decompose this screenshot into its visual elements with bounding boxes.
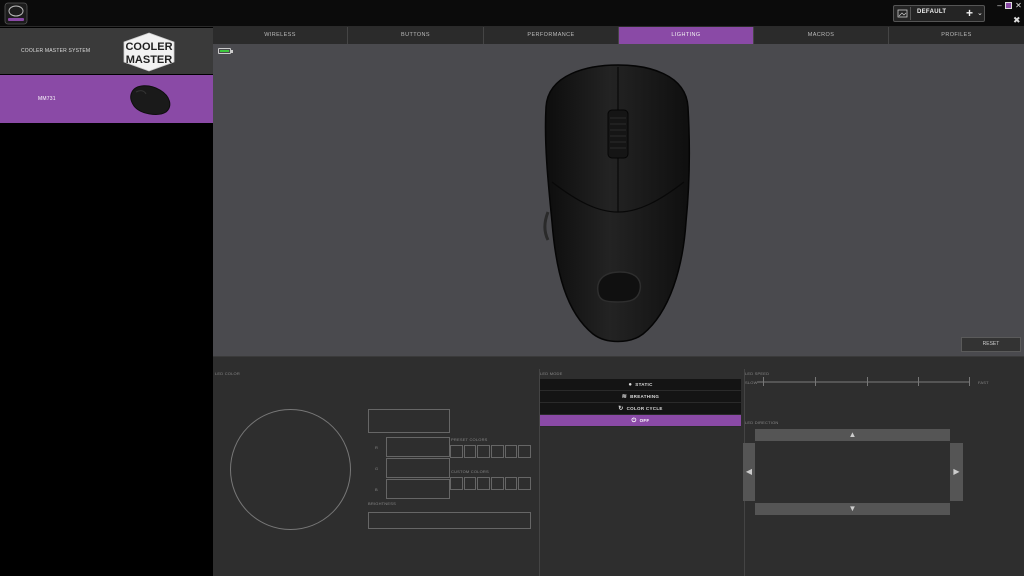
preset-swatch[interactable] [518, 445, 532, 458]
speed-min-label: SLOW [745, 380, 758, 385]
speed-tick [815, 377, 816, 386]
green-label: G [375, 466, 379, 471]
effect-color-cycle[interactable]: ↻ COLOR CYCLE [540, 403, 741, 415]
effect-list: ● STATIC ≋ BREATHING ↻ COLOR CYCLE ⏻ OFF [540, 379, 741, 427]
blue-input[interactable] [386, 479, 450, 499]
tab-bar: WIRELESS BUTTONS PERFORMANCE LIGHTING MA… [213, 27, 1024, 44]
direction-up-button[interactable]: ▲ [755, 429, 950, 441]
custom-colors-label: CUSTOM COLORS [451, 469, 489, 474]
color-wheel[interactable] [230, 409, 351, 530]
preset-swatch[interactable] [450, 445, 463, 458]
minimize-icon[interactable]: – [995, 1, 1004, 10]
preset-swatch[interactable] [491, 445, 504, 458]
restore-icon[interactable] [1005, 2, 1012, 9]
tab-profiles[interactable]: PROFILES [889, 27, 1024, 44]
custom-swatch[interactable] [450, 477, 463, 490]
preset-swatch[interactable] [477, 445, 491, 458]
preset-swatch[interactable] [504, 445, 518, 458]
speed-tick [763, 377, 764, 386]
chevron-down-icon[interactable]: ⌄ [977, 9, 983, 17]
tab-performance[interactable]: PERFORMANCE [484, 27, 619, 44]
close-icon[interactable]: ✕ [1014, 1, 1023, 10]
power-icon: ⏻ [631, 417, 637, 424]
mouse-thumbnail [130, 85, 171, 115]
lighting-settings-panel: LED COLOR R G B PRESET COLORS CUSTOM COL… [213, 356, 1024, 576]
breathing-icon: ≋ [621, 393, 628, 400]
tab-wireless[interactable]: WIRELESS [213, 27, 348, 44]
custom-swatch[interactable] [477, 477, 491, 490]
static-icon: ● [628, 381, 633, 388]
brightness-input[interactable] [368, 512, 531, 529]
preset-swatch[interactable] [463, 445, 477, 458]
preset-colors-label: PRESET COLORS [451, 437, 488, 442]
sidebar-item-device[interactable]: MM731 [0, 75, 213, 123]
speed-tick [867, 377, 868, 386]
effect-label: BREATHING [630, 394, 660, 399]
profile-image-icon [896, 7, 911, 20]
direction-right-button[interactable]: ▶ [950, 443, 963, 501]
effect-label: COLOR CYCLE [626, 406, 663, 411]
speed-label: LED SPEED [745, 371, 770, 376]
effect-breathing[interactable]: ≋ BREATHING [540, 391, 741, 403]
speed-slider[interactable] [757, 381, 970, 383]
masterplus-logo-icon[interactable] [4, 2, 28, 25]
direction-pad [755, 441, 950, 503]
blue-label: B [375, 487, 378, 492]
cycle-icon: ↻ [618, 405, 624, 412]
custom-swatch[interactable] [463, 477, 477, 490]
cooler-master-logo: COOLER MASTER [123, 32, 175, 72]
mouse-top-view-image [543, 64, 691, 343]
settings-tool-icon[interactable]: ✖ [1013, 15, 1021, 26]
speed-tick [918, 377, 919, 386]
effect-off[interactable]: ⏻ OFF [540, 415, 741, 427]
led-color-label: LED COLOR [215, 371, 240, 376]
led-mode-label: LED MODE [540, 371, 563, 376]
red-input[interactable] [386, 437, 450, 457]
battery-icon [218, 48, 233, 54]
direction-label: LED DIRECTION [745, 420, 779, 425]
custom-swatch[interactable] [504, 477, 518, 490]
profile-name: DEFAULT [917, 9, 947, 15]
sidebar-item-brand[interactable]: COOLER MASTER SYSTEM COOLER MASTER [0, 28, 213, 74]
green-input[interactable] [386, 458, 450, 478]
effect-label: OFF [639, 418, 650, 423]
tab-lighting[interactable]: LIGHTING [619, 27, 754, 44]
add-profile-button[interactable]: + [966, 6, 973, 21]
custom-color-swatches [450, 477, 532, 490]
logo-text-line1: COOLER [125, 41, 172, 53]
reset-button[interactable]: RESET [961, 337, 1021, 352]
tab-macros[interactable]: MACROS [754, 27, 889, 44]
custom-swatch[interactable] [518, 477, 532, 490]
speed-max-label: FAST [978, 380, 989, 385]
device-label: MM731 [38, 96, 56, 102]
speed-tick [969, 377, 970, 386]
red-label: R [375, 445, 378, 450]
custom-swatch[interactable] [491, 477, 504, 490]
device-preview: RESET [213, 44, 1024, 356]
brightness-label: BRIGHTNESS [368, 501, 397, 506]
logo-text-line2: MASTER [126, 54, 173, 66]
direction-left-button[interactable]: ◀ [743, 443, 755, 501]
effect-static[interactable]: ● STATIC [540, 379, 741, 391]
preset-color-swatches [450, 445, 532, 458]
tab-buttons[interactable]: BUTTONS [348, 27, 484, 44]
brand-label: COOLER MASTER SYSTEM [21, 48, 91, 54]
effect-label: STATIC [635, 382, 653, 387]
direction-down-button[interactable]: ▼ [755, 503, 950, 515]
title-bar: DEFAULT + ⌄ – ✕ ✖ [0, 0, 1024, 27]
profile-select[interactable]: DEFAULT + ⌄ [893, 5, 985, 22]
color-preview-box [368, 409, 450, 433]
